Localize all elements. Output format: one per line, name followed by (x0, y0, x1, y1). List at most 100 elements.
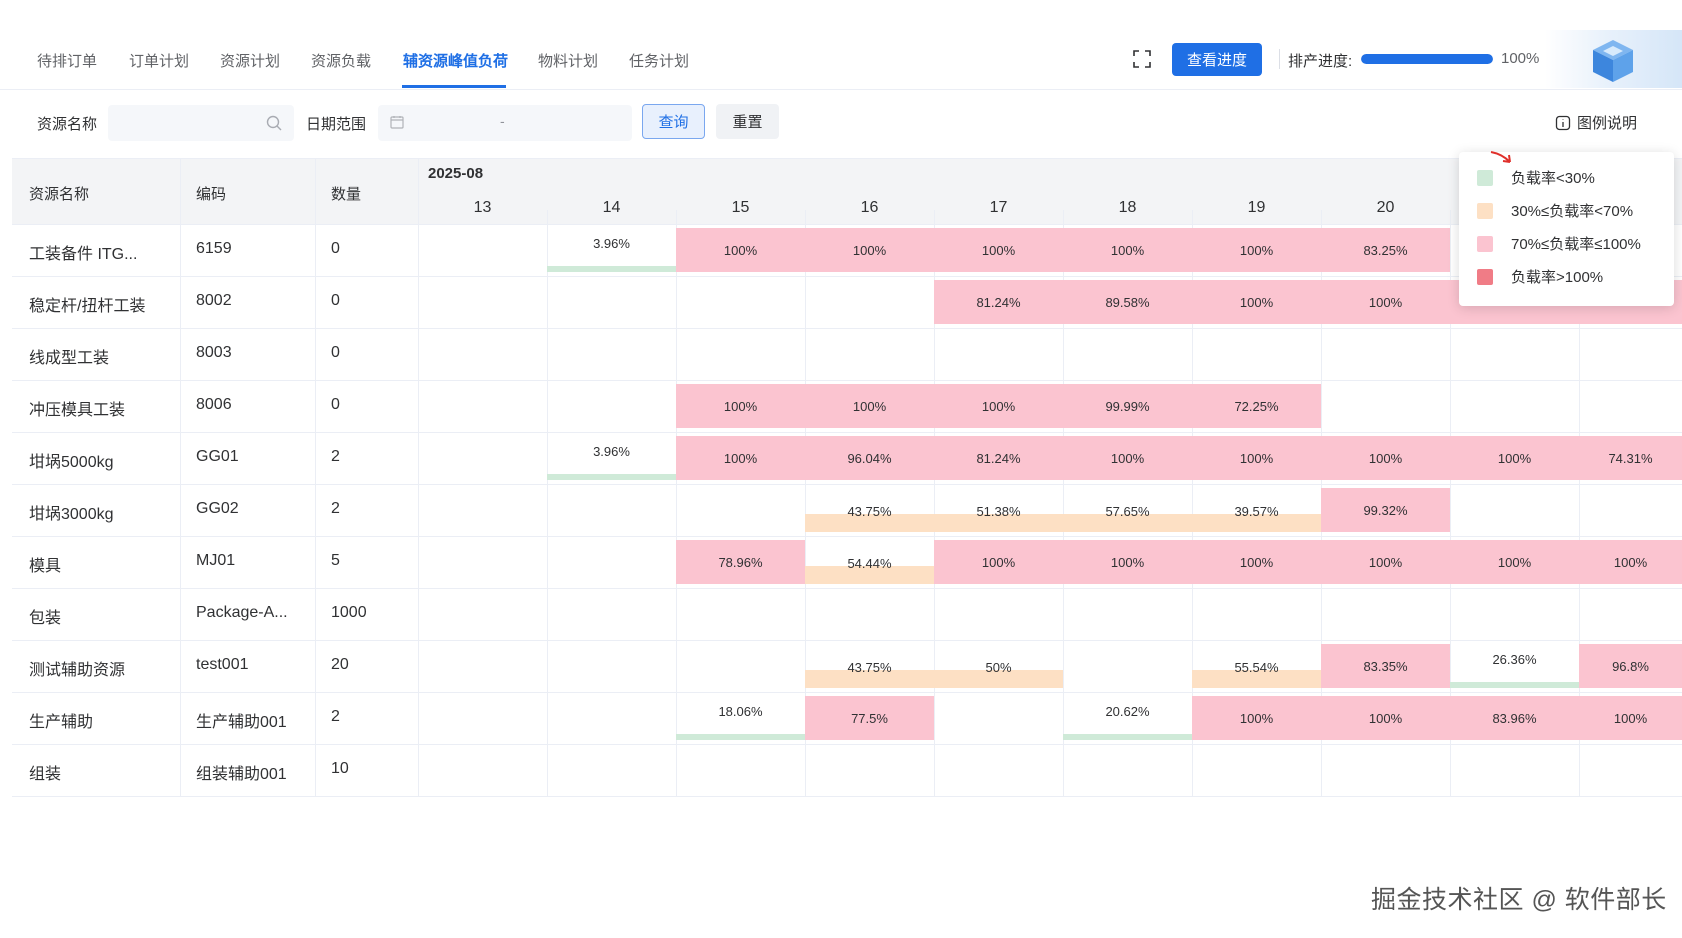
load-bar[interactable]: 78.96% (676, 540, 805, 584)
red-arrow-icon (1490, 151, 1511, 163)
resource-search-field[interactable] (108, 105, 294, 141)
legend-swatch-mid (1477, 202, 1493, 219)
load-bar[interactable]: 100% (1192, 540, 1321, 584)
load-bar[interactable]: 100% (1321, 436, 1450, 480)
load-bar[interactable]: 83.25% (1321, 228, 1450, 272)
load-bar[interactable]: 100% (934, 228, 1063, 272)
load-bar[interactable]: 100% (676, 436, 805, 480)
legend-item-over: 负载率>100% (1477, 266, 1603, 287)
load-bar[interactable]: 100% (934, 540, 1063, 584)
header-resource-name: 资源名称 (29, 186, 90, 203)
row-code: GG02 (196, 500, 239, 517)
load-bar[interactable]: 77.5% (805, 696, 934, 740)
day-header: 15 (731, 199, 750, 216)
tab-pending-orders[interactable]: 待排订单 (37, 50, 97, 71)
tab-aux-peak-load[interactable]: 辅资源峰值负荷 (403, 50, 508, 71)
load-bar[interactable]: 100% (805, 384, 934, 428)
reset-button[interactable]: 重置 (716, 104, 779, 139)
load-bar[interactable]: 100% (805, 228, 934, 272)
load-value: 100% (1110, 554, 1145, 570)
load-bar[interactable]: 55.54% (1192, 660, 1321, 688)
legend-item-low: 负载率<30% (1477, 167, 1595, 188)
progress-bar (1361, 54, 1493, 64)
date-range-picker[interactable]: - (378, 105, 632, 141)
load-bar[interactable]: 100% (1192, 436, 1321, 480)
row-qty: 0 (331, 240, 340, 257)
fullscreen-icon[interactable] (1133, 50, 1151, 68)
row-name: 线成型工装 (29, 350, 110, 367)
load-bar[interactable]: 100% (1321, 540, 1450, 584)
load-bar[interactable]: 39.57% (1192, 504, 1321, 532)
tab-material-plan[interactable]: 物料计划 (538, 50, 598, 71)
day-header: 20 (1376, 199, 1395, 216)
load-value: 100% (1110, 450, 1145, 466)
load-value: 43.75% (847, 660, 892, 675)
search-icon[interactable] (266, 115, 282, 131)
load-bar[interactable]: 100% (1321, 280, 1450, 324)
load-bar[interactable]: 50% (934, 660, 1063, 688)
active-tab-underline (402, 85, 506, 88)
header-quantity: 数量 (331, 186, 362, 203)
legend-swatch-high (1477, 235, 1493, 252)
load-bar[interactable]: 96.04% (805, 436, 934, 480)
tab-resource-load[interactable]: 资源负载 (311, 50, 371, 71)
load-bar[interactable]: 100% (1450, 540, 1579, 584)
load-bar[interactable]: 74.31% (1579, 436, 1682, 480)
date-separator: - (500, 113, 505, 129)
load-bar[interactable]: 81.24% (934, 436, 1063, 480)
load-bar[interactable]: 100% (1321, 696, 1450, 740)
row-qty: 2 (331, 500, 340, 517)
load-bar[interactable]: 54.44% (805, 556, 934, 584)
row-name: 测试辅助资源 (29, 662, 126, 679)
load-bar[interactable]: 43.75% (805, 660, 934, 688)
load-bar[interactable]: 43.75% (805, 504, 934, 532)
load-bar[interactable]: 100% (1579, 696, 1682, 740)
load-bar[interactable]: 99.32% (1321, 488, 1450, 532)
load-value: 81.24% (976, 294, 1021, 310)
load-bar[interactable]: 96.8% (1579, 644, 1682, 688)
load-bar[interactable]: 100% (1063, 540, 1192, 584)
calendar-icon (390, 116, 404, 129)
legend-label-over: 负载率>100% (1511, 269, 1604, 286)
load-value: 74.31% (1608, 450, 1653, 466)
row-code: 组装辅助001 (196, 766, 287, 783)
load-bar[interactable]: 3.96% (547, 444, 676, 480)
load-value: 55.54% (1234, 660, 1279, 675)
load-bar[interactable]: 57.65% (1063, 504, 1192, 532)
load-bar[interactable]: 83.96% (1450, 696, 1579, 740)
load-value: 83.25% (1363, 242, 1408, 258)
tab-resource-plan[interactable]: 资源计划 (220, 50, 280, 71)
load-bar[interactable]: 83.35% (1321, 644, 1450, 688)
load-bar[interactable]: 100% (1063, 436, 1192, 480)
load-value: 96.04% (847, 450, 892, 466)
load-bar[interactable]: 3.96% (547, 236, 676, 272)
load-bar[interactable]: 51.38% (934, 504, 1063, 532)
load-value: 39.57% (1234, 504, 1279, 519)
resource-name-label: 资源名称 (37, 116, 98, 133)
load-value: 99.32% (1363, 502, 1408, 518)
load-bar[interactable]: 81.24% (934, 280, 1063, 324)
load-bar[interactable]: 18.06% (676, 704, 805, 740)
load-bar[interactable]: 100% (1579, 540, 1682, 584)
load-bar[interactable]: 100% (1192, 696, 1321, 740)
tab-order-plan[interactable]: 订单计划 (129, 50, 189, 71)
row-code: 8003 (196, 344, 232, 361)
load-bar[interactable]: 100% (676, 228, 805, 272)
load-bar[interactable]: 100% (1063, 228, 1192, 272)
legend-description-link[interactable]: 图例说明 (1555, 112, 1637, 133)
load-bar[interactable]: 72.25% (1192, 384, 1321, 428)
load-bar[interactable]: 100% (676, 384, 805, 428)
query-button[interactable]: 查询 (642, 104, 705, 139)
tab-task-plan[interactable]: 任务计划 (629, 50, 689, 71)
load-bar[interactable]: 100% (934, 384, 1063, 428)
load-bar[interactable]: 89.58% (1063, 280, 1192, 324)
row-qty: 10 (331, 760, 349, 777)
load-bar[interactable]: 100% (1450, 436, 1579, 480)
load-value: 100% (1239, 710, 1274, 726)
load-bar[interactable]: 26.36% (1450, 652, 1579, 688)
load-bar[interactable]: 100% (1192, 228, 1321, 272)
view-progress-button[interactable]: 查看进度 (1172, 43, 1262, 76)
load-bar[interactable]: 20.62% (1063, 704, 1192, 740)
load-bar[interactable]: 99.99% (1063, 384, 1192, 428)
load-bar[interactable]: 100% (1192, 280, 1321, 324)
